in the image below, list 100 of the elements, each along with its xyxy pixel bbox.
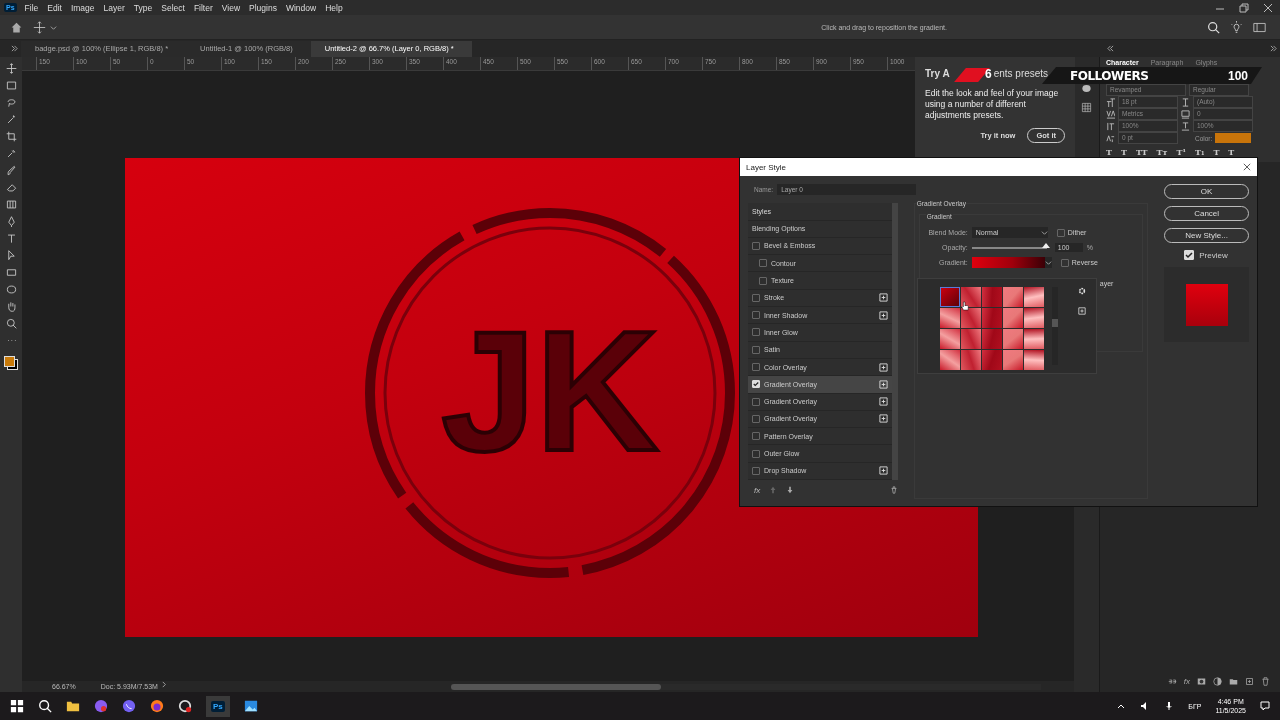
checkbox[interactable] — [752, 328, 760, 337]
type-style-button[interactable]: T¹ — [1176, 147, 1186, 157]
collapse-icon[interactable] — [1107, 45, 1114, 52]
close-icon[interactable] — [1243, 163, 1251, 172]
crop-icon[interactable] — [5, 131, 17, 142]
caret-icon[interactable] — [1044, 259, 1052, 267]
checkbox[interactable] — [752, 363, 760, 372]
chat-app-icon[interactable] — [122, 699, 136, 713]
windows-logo-icon[interactable] — [10, 699, 24, 713]
home-icon[interactable] — [10, 20, 23, 34]
gradient-swatch[interactable] — [1023, 329, 1044, 350]
hand-icon[interactable] — [5, 301, 17, 312]
eraser-icon[interactable] — [5, 182, 17, 193]
menu-item[interactable]: Image — [70, 2, 95, 13]
type-style-button[interactable]: Tт — [1156, 147, 1168, 157]
arrow-down-icon[interactable] — [786, 486, 795, 494]
gradient-swatch[interactable] — [960, 329, 981, 350]
taskbar-app-button[interactable]: Ps — [206, 695, 230, 717]
menu-item[interactable]: Window — [285, 2, 317, 13]
opacity-slider[interactable] — [971, 246, 1047, 249]
checkbox[interactable] — [752, 432, 760, 441]
add-icon[interactable] — [878, 466, 888, 476]
type-style-button[interactable]: T — [1106, 147, 1112, 157]
gradient-swatch[interactable] — [981, 329, 1002, 350]
checkbox[interactable] — [752, 242, 760, 250]
menu-item[interactable]: Filter — [193, 2, 213, 13]
gradient-swatch[interactable] — [1023, 287, 1044, 308]
gradient-swatch[interactable] — [981, 350, 1002, 371]
gradient-picker[interactable] — [971, 257, 1052, 269]
add-icon[interactable] — [878, 310, 888, 320]
restore-icon[interactable] — [1239, 2, 1249, 13]
workspace-icon[interactable] — [1253, 20, 1266, 34]
expand-icon[interactable] — [1270, 45, 1277, 52]
notification-icon[interactable] — [1260, 701, 1270, 711]
new-layer-icon[interactable] — [1245, 676, 1254, 686]
checkbox[interactable] — [752, 466, 760, 475]
search-icon[interactable] — [1207, 20, 1220, 34]
menu-item[interactable]: Help — [325, 2, 343, 13]
checkbox[interactable] — [759, 259, 767, 268]
gradient-swatch[interactable] — [939, 308, 960, 329]
settings-icon[interactable] — [1077, 287, 1086, 296]
add-icon[interactable] — [878, 414, 888, 424]
app-icon[interactable] — [94, 699, 108, 713]
trash-icon[interactable] — [1261, 676, 1270, 686]
menu-item[interactable]: View — [221, 2, 241, 13]
lasso-icon[interactable] — [5, 97, 17, 108]
gradient-swatch[interactable] — [1002, 287, 1023, 308]
scrollbar[interactable] — [1051, 287, 1058, 366]
lightbulb-icon[interactable] — [1230, 20, 1243, 34]
gradient-swatch[interactable] — [939, 350, 960, 371]
gradient-swatch[interactable] — [1002, 350, 1023, 371]
checkbox[interactable] — [759, 276, 767, 285]
wand-icon[interactable] — [5, 114, 17, 125]
zoom-icon[interactable] — [5, 318, 17, 329]
fx-button[interactable]: fx — [1183, 676, 1190, 686]
checkbox[interactable] — [752, 449, 760, 458]
move-icon[interactable] — [33, 20, 46, 34]
add-icon[interactable] — [878, 362, 888, 372]
close-icon[interactable] — [1263, 2, 1273, 13]
reverse-checkbox[interactable] — [1060, 258, 1069, 267]
caret-icon[interactable] — [1040, 229, 1048, 237]
checkbox[interactable] — [752, 293, 760, 302]
menu-item[interactable]: Select — [161, 2, 185, 13]
add-icon[interactable] — [878, 379, 888, 389]
gradient-swatch[interactable] — [1002, 308, 1023, 329]
link-icon[interactable] — [1167, 676, 1177, 686]
gradient-swatch[interactable] — [1023, 308, 1044, 329]
checkbox[interactable] — [752, 311, 760, 320]
browser-icon[interactable] — [150, 699, 164, 713]
type-style-button[interactable]: T — [1213, 147, 1220, 157]
gradient-swatch[interactable] — [960, 308, 981, 329]
folder-icon[interactable] — [66, 699, 80, 713]
gradient-swatch[interactable] — [981, 308, 1002, 329]
dither-checkbox[interactable] — [1056, 228, 1065, 237]
checkbox[interactable] — [752, 345, 760, 354]
fx-button[interactable]: fx — [754, 485, 761, 495]
folder-icon[interactable] — [1229, 676, 1238, 686]
expand-icon[interactable] — [11, 45, 18, 52]
preview-checkbox[interactable] — [1184, 250, 1195, 261]
marquee-icon[interactable] — [5, 80, 17, 91]
type-style-button[interactable]: T — [1120, 147, 1127, 157]
add-icon[interactable] — [878, 397, 888, 407]
type-style-button[interactable]: T₁ — [1194, 147, 1205, 157]
add-icon[interactable] — [1077, 307, 1086, 316]
gradient-swatch[interactable] — [939, 329, 960, 350]
menu-item[interactable]: Layer — [103, 2, 125, 13]
menu-item[interactable]: Type — [133, 2, 153, 13]
gradient-swatch[interactable] — [960, 350, 981, 371]
rectangle-icon[interactable] — [5, 267, 17, 278]
type-style-button[interactable]: TT — [1135, 147, 1148, 157]
path-select-icon[interactable] — [5, 250, 17, 261]
menu-item[interactable]: Plugins — [249, 2, 277, 13]
caret-icon[interactable] — [50, 23, 57, 31]
recorder-icon[interactable] — [178, 699, 192, 713]
photos-icon[interactable] — [243, 699, 258, 713]
type-tool-icon[interactable] — [5, 233, 17, 244]
gradient-icon[interactable] — [5, 199, 17, 210]
grid-icon[interactable] — [1081, 102, 1092, 113]
menu-item[interactable]: File — [24, 2, 39, 13]
gradient-swatch[interactable] — [960, 287, 981, 308]
